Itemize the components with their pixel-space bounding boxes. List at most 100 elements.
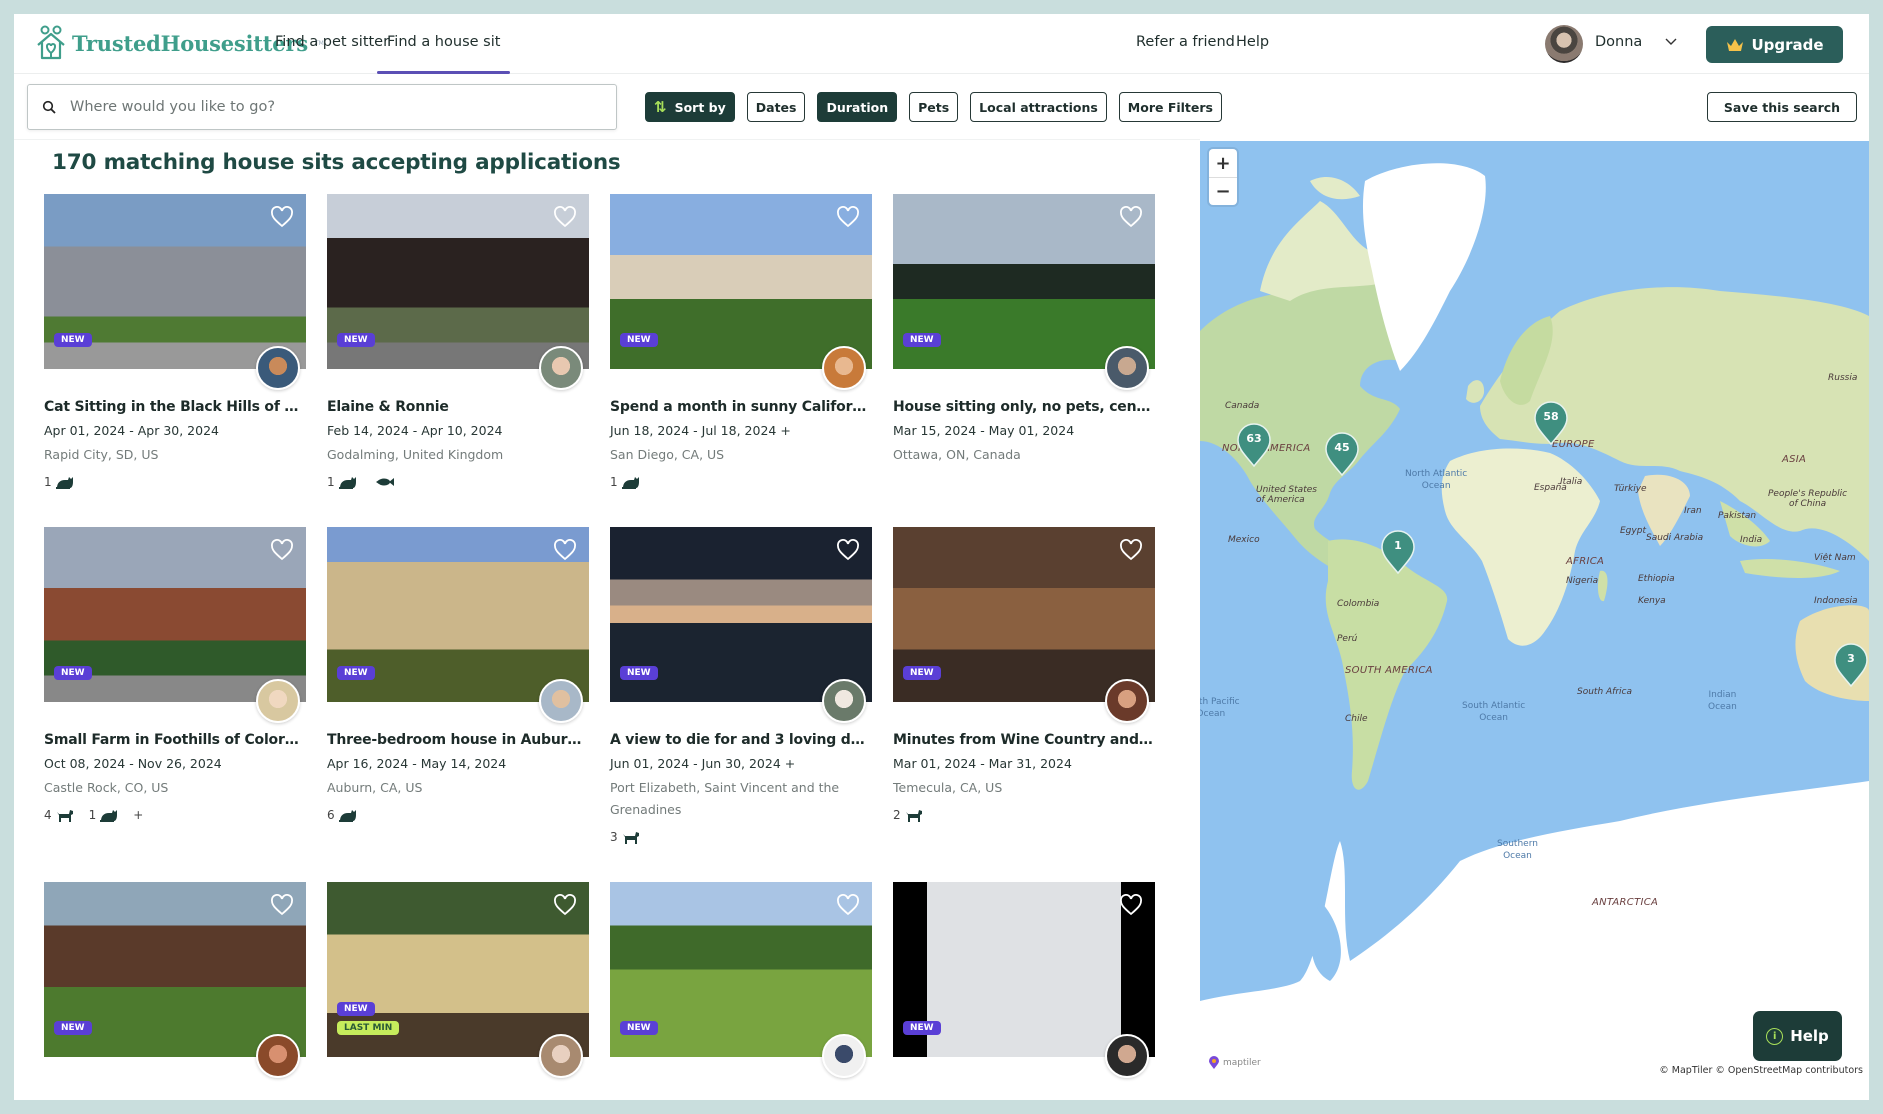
listing-location: Rapid City, SD, US bbox=[44, 447, 159, 462]
listing-title[interactable]: Minutes from Wine Country and 2... bbox=[893, 732, 1155, 748]
listing-badges: NEW bbox=[620, 666, 658, 680]
sort-by-button[interactable]: ⇅ Sort by bbox=[645, 92, 735, 122]
heart-icon[interactable] bbox=[1119, 539, 1143, 561]
map-cluster-marker[interactable]: 1 bbox=[1380, 530, 1416, 575]
heart-icon[interactable] bbox=[270, 894, 294, 916]
listing-photo[interactable]: NEW bbox=[44, 527, 306, 702]
dog-icon bbox=[905, 810, 922, 822]
listing-card[interactable]: NEW Spend a month in sunny Californi... … bbox=[610, 194, 872, 490]
heart-icon[interactable] bbox=[836, 206, 860, 228]
brand-name: TrustedHousesitters bbox=[72, 30, 308, 56]
listing-title[interactable]: Small Farm in Foothills of Colorad... bbox=[44, 732, 306, 748]
pet-count: 2 bbox=[893, 808, 901, 822]
listing-card[interactable]: NEW Three-bedroom house in Auburn,... Ap… bbox=[327, 527, 589, 823]
heart-icon[interactable] bbox=[553, 894, 577, 916]
listing-card[interactable]: NEW bbox=[44, 882, 306, 1078]
filter-pets[interactable]: Pets bbox=[909, 92, 959, 122]
heart-icon[interactable] bbox=[270, 539, 294, 561]
refer-friend-link[interactable]: Refer a friend bbox=[1136, 34, 1235, 50]
heart-icon[interactable] bbox=[553, 206, 577, 228]
save-search-button[interactable]: Save this search bbox=[1707, 92, 1857, 122]
listing-card[interactable]: NEW Minutes from Wine Country and 2... M… bbox=[893, 527, 1155, 823]
map-label-south-africa: South Africa bbox=[1577, 687, 1633, 697]
listing-title[interactable]: A view to die for and 3 loving dogs bbox=[610, 732, 872, 748]
host-avatar bbox=[822, 346, 866, 390]
listing-card[interactable]: NEW House sitting only, no pets, centr..… bbox=[893, 194, 1155, 474]
chevron-down-icon[interactable] bbox=[1664, 34, 1678, 48]
heart-icon[interactable] bbox=[1119, 894, 1143, 916]
listing-card[interactable]: NEW Cat Sitting in the Black Hills of So… bbox=[44, 194, 306, 490]
dog-icon bbox=[56, 810, 73, 822]
host-avatar bbox=[256, 346, 300, 390]
listing-card[interactable]: NEW Elaine & Ronnie Feb 14, 2024 - Apr 1… bbox=[327, 194, 589, 490]
maptiler-logo[interactable]: maptiler bbox=[1208, 1056, 1261, 1070]
filter-more-filters[interactable]: More Filters bbox=[1118, 92, 1222, 122]
listing-card[interactable]: NEW bbox=[610, 882, 872, 1078]
filter-local-attractions[interactable]: Local attractions bbox=[970, 92, 1107, 122]
filter-dates[interactable]: Dates bbox=[746, 92, 806, 122]
host-avatar bbox=[822, 1034, 866, 1078]
map-cluster-marker[interactable]: 45 bbox=[1324, 432, 1360, 477]
map-cluster-marker[interactable]: 58 bbox=[1533, 401, 1569, 446]
user-name[interactable]: Donna bbox=[1595, 34, 1642, 50]
pet-count: 4 bbox=[44, 808, 52, 822]
listing-card[interactable]: NEW LAST MIN bbox=[327, 882, 589, 1078]
help-button[interactable]: i Help bbox=[1753, 1011, 1842, 1061]
listing-photo[interactable]: NEW bbox=[610, 194, 872, 369]
listing-photo[interactable]: NEW bbox=[893, 527, 1155, 702]
listing-title[interactable]: Cat Sitting in the Black Hills of So... bbox=[44, 399, 306, 415]
nav-find-pet-sitter[interactable]: Find a pet sitter bbox=[275, 34, 389, 50]
results-map[interactable]: + − Canada NORTH AMERICA United Statesof… bbox=[1200, 141, 1869, 1100]
pet-count: 1 bbox=[327, 475, 335, 489]
listing-photo[interactable]: NEW bbox=[44, 882, 306, 1057]
heart-icon[interactable] bbox=[270, 206, 294, 228]
listing-card[interactable]: NEW A view to die for and 3 loving dogs … bbox=[610, 527, 872, 845]
search-field[interactable] bbox=[27, 84, 617, 130]
listing-photo[interactable]: NEW bbox=[893, 194, 1155, 369]
listing-photo[interactable]: NEW bbox=[610, 527, 872, 702]
host-avatar bbox=[256, 1034, 300, 1078]
nav-find-house-sit[interactable]: Find a house sit bbox=[376, 34, 511, 74]
listing-badges: NEW bbox=[54, 333, 92, 347]
map-pin-icon bbox=[1325, 432, 1359, 477]
filter-duration[interactable]: Duration bbox=[817, 92, 898, 122]
map-label-north-atlantic: North Atlantic Ocean bbox=[1405, 468, 1467, 492]
map-label-china: People's Republic of China bbox=[1768, 489, 1847, 509]
pet-count: 1 bbox=[610, 475, 618, 489]
map-cluster-marker[interactable]: 63 bbox=[1236, 423, 1272, 468]
heart-icon[interactable] bbox=[836, 539, 860, 561]
listing-photo[interactable]: NEW bbox=[610, 882, 872, 1057]
listing-card[interactable]: NEW Small Farm in Foothills of Colorad..… bbox=[44, 527, 306, 823]
map-label-usa-line2: of America bbox=[1256, 495, 1305, 505]
upgrade-button[interactable]: Upgrade bbox=[1706, 26, 1843, 63]
listing-photo[interactable]: NEW bbox=[327, 527, 589, 702]
map-cluster-marker[interactable]: 3 bbox=[1833, 643, 1869, 688]
host-avatar bbox=[1105, 679, 1149, 723]
heart-icon[interactable] bbox=[1119, 206, 1143, 228]
listing-title[interactable]: Three-bedroom house in Auburn,... bbox=[327, 732, 589, 748]
listing-photo[interactable]: NEW bbox=[893, 882, 1155, 1057]
listing-pets: 2 bbox=[893, 807, 1155, 823]
listing-title[interactable]: House sitting only, no pets, centr... bbox=[893, 399, 1155, 415]
zoom-in-button[interactable]: + bbox=[1209, 149, 1237, 177]
listing-title[interactable]: Spend a month in sunny Californi... bbox=[610, 399, 872, 415]
map-label-egypt: Egypt bbox=[1620, 526, 1646, 536]
listing-title[interactable]: Elaine & Ronnie bbox=[327, 399, 589, 415]
zoom-out-button[interactable]: − bbox=[1209, 177, 1237, 205]
map-label-asia: ASIA bbox=[1782, 454, 1807, 465]
listing-card[interactable]: NEW bbox=[893, 882, 1155, 1078]
user-avatar[interactable] bbox=[1545, 25, 1583, 63]
map-label-iran: Iran bbox=[1684, 506, 1702, 516]
help-link[interactable]: Help bbox=[1236, 34, 1269, 50]
listing-photo[interactable]: NEW bbox=[327, 194, 589, 369]
china-line1: People's Republic bbox=[1768, 489, 1848, 499]
new-badge: NEW bbox=[903, 666, 941, 680]
map-attribution[interactable]: © MapTiler © OpenStreetMap contributors bbox=[1659, 1065, 1863, 1076]
listing-photo[interactable]: NEW bbox=[44, 194, 306, 369]
search-input[interactable] bbox=[70, 99, 590, 115]
heart-icon[interactable] bbox=[553, 539, 577, 561]
map-label-turkiye: Türkiye bbox=[1614, 484, 1647, 494]
map-label-vietnam: Việt Nam bbox=[1814, 553, 1856, 563]
listing-photo[interactable]: NEW LAST MIN bbox=[327, 882, 589, 1057]
heart-icon[interactable] bbox=[836, 894, 860, 916]
